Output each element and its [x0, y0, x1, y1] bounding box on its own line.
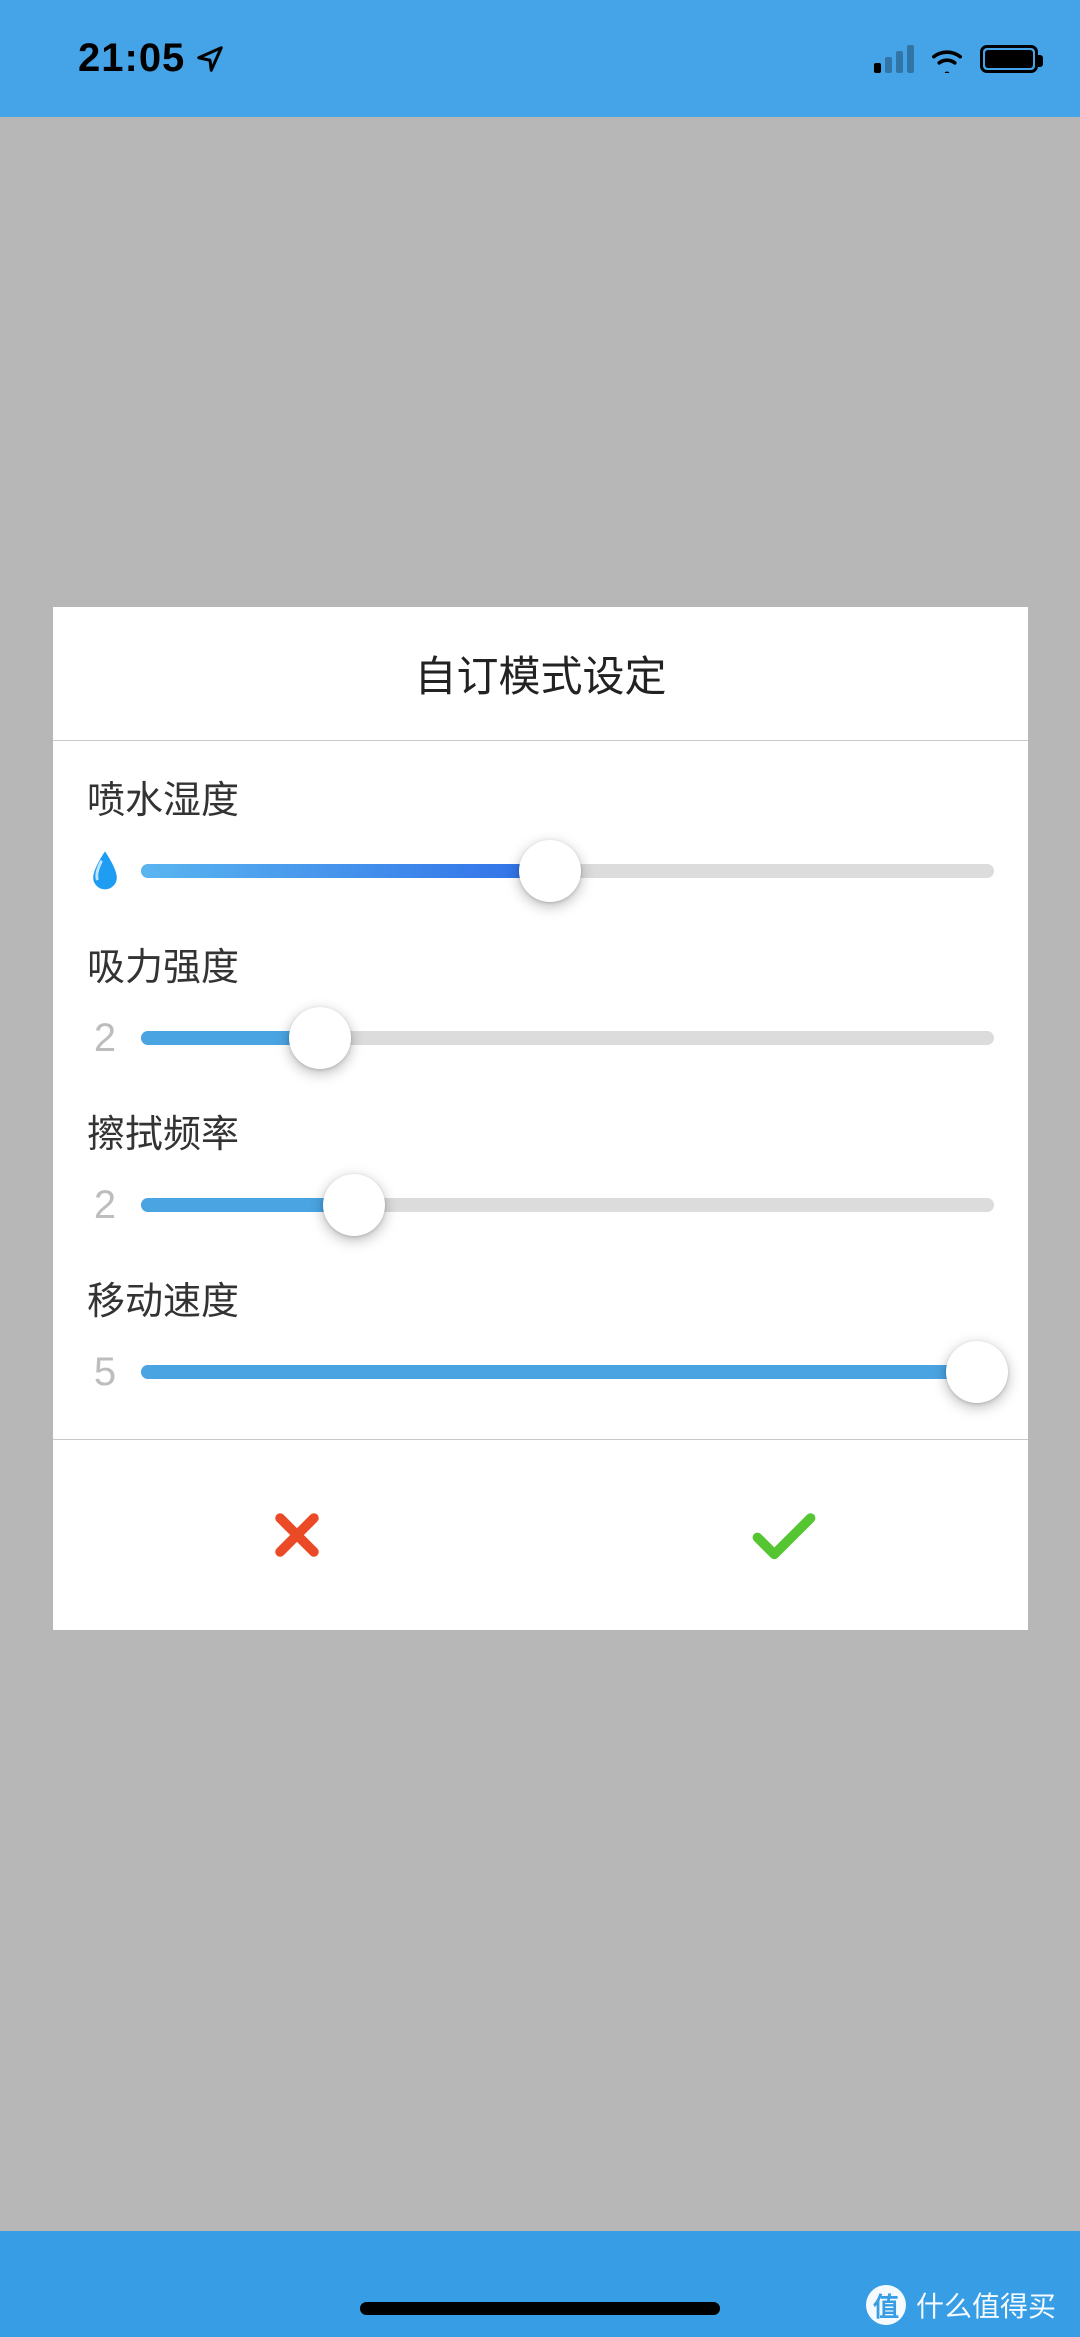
dialog-footer: [53, 1440, 1028, 1630]
slider-fill: [141, 1365, 977, 1379]
slider-thumb[interactable]: [519, 840, 581, 902]
status-bar: 21:05: [0, 0, 1080, 117]
slider-thumb[interactable]: [946, 1341, 1008, 1403]
slider-thumb[interactable]: [323, 1174, 385, 1236]
slider-move-speed-track[interactable]: [141, 1365, 994, 1379]
cellular-signal-icon: [874, 45, 914, 73]
home-indicator: [360, 2302, 720, 2315]
slider-thumb[interactable]: [289, 1007, 351, 1069]
status-right: [874, 45, 1038, 73]
slider-wipe-frequency: 擦拭频率 2: [87, 1103, 994, 1240]
cancel-button[interactable]: [53, 1440, 541, 1630]
slider-label: 吸力强度: [87, 936, 994, 991]
watermark-badge: 值: [866, 2285, 906, 2325]
status-time: 21:05: [78, 36, 185, 81]
location-icon: [195, 44, 225, 74]
slider-label: 擦拭频率: [87, 1103, 994, 1158]
slider-value: 5: [87, 1350, 123, 1395]
custom-mode-settings-dialog: 自订模式设定 喷水湿度: [53, 607, 1028, 1630]
battery-icon: [980, 45, 1038, 73]
slider-label: 喷水湿度: [87, 769, 994, 824]
slider-move-speed: 移动速度 5: [87, 1270, 994, 1407]
slider-suction-strength: 吸力强度 2: [87, 936, 994, 1073]
slider-fill: [141, 1198, 354, 1212]
modal-backdrop: 自订模式设定 喷水湿度: [0, 117, 1080, 2231]
slider-value: 2: [87, 1183, 123, 1228]
check-icon: [750, 1506, 818, 1564]
slider-spray-humidity-track[interactable]: [141, 864, 994, 878]
slider-wipe-frequency-track[interactable]: [141, 1198, 994, 1212]
wifi-icon: [928, 45, 966, 73]
droplet-icon: [87, 850, 123, 892]
slider-label: 移动速度: [87, 1270, 994, 1325]
cross-icon: [268, 1506, 326, 1564]
bottom-bar: 值 什么值得买: [0, 2231, 1080, 2337]
status-time-group: 21:05: [78, 36, 225, 81]
slider-value: 2: [87, 1016, 123, 1061]
slider-suction-strength-track[interactable]: [141, 1031, 994, 1045]
watermark: 值 什么值得买: [866, 2285, 1080, 2337]
watermark-text: 什么值得买: [916, 2285, 1056, 2325]
confirm-button[interactable]: [541, 1440, 1029, 1630]
slider-fill: [141, 864, 550, 878]
dialog-title: 自订模式设定: [53, 607, 1028, 741]
dialog-body: 喷水湿度 吸力强度: [53, 741, 1028, 1440]
slider-spray-humidity: 喷水湿度: [87, 769, 994, 906]
